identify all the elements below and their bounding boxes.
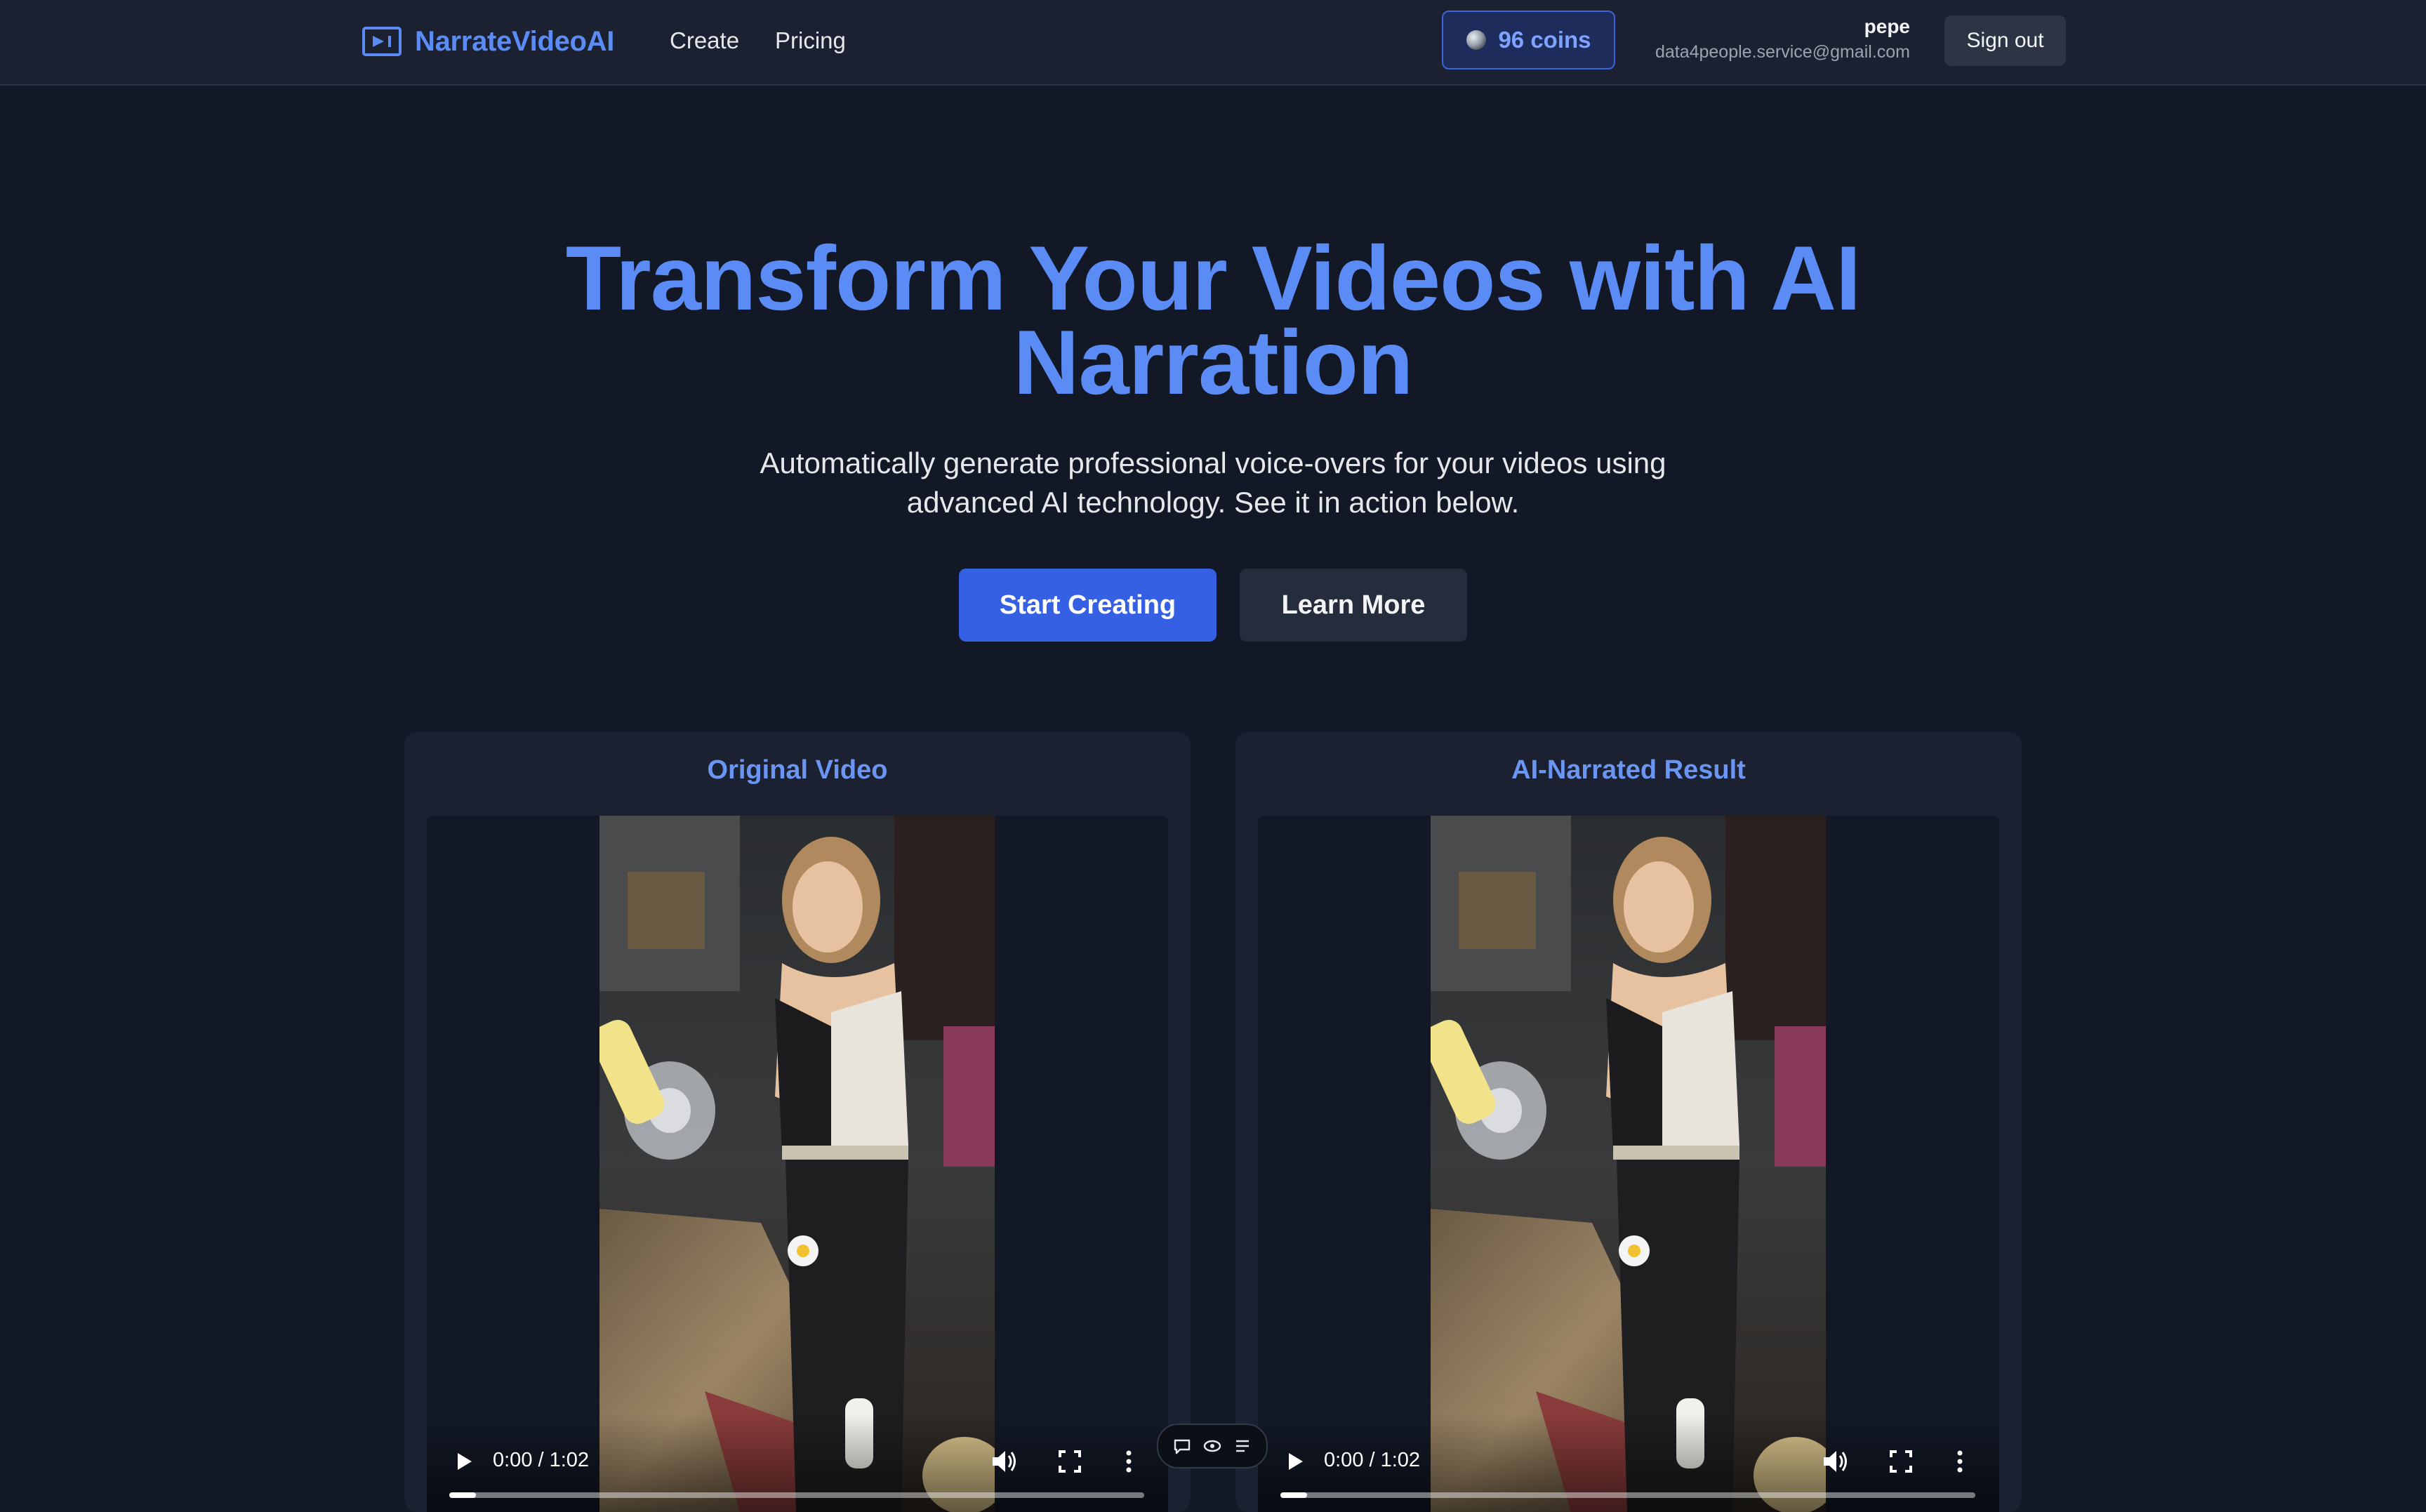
card-title: AI-Narrated Result (1511, 755, 1746, 785)
learn-more-button[interactable]: Learn More (1240, 569, 1467, 642)
video-progress-fill (449, 1492, 476, 1498)
video-player[interactable]: 0:00 / 1:02 (427, 816, 1168, 1512)
play-icon[interactable] (1280, 1447, 1308, 1475)
video-thumbnail-image (1431, 816, 1826, 1512)
volume-icon[interactable] (1820, 1446, 1850, 1477)
eye-icon[interactable] (1202, 1435, 1223, 1457)
original-video-card: Original Video 0:00 / 1:02 (404, 731, 1191, 1512)
video-progress-bar[interactable] (1280, 1492, 1975, 1498)
video-time: 0:00 / 1:02 (493, 1449, 590, 1471)
fullscreen-icon[interactable] (1887, 1447, 1915, 1475)
coins-balance-button[interactable]: 96 coins (1442, 11, 1615, 69)
list-icon[interactable] (1232, 1435, 1253, 1457)
user-email: data4people.service@gmail.com (1655, 42, 1910, 62)
hero-subtitle: Automatically generate professional voic… (0, 444, 2426, 522)
user-name: pepe (1864, 15, 1910, 37)
nav-create-link[interactable]: Create (670, 25, 739, 56)
logo[interactable]: NarrateVideoAI (362, 21, 614, 62)
narrated-video-card: AI-Narrated Result 0:00 / 1:02 (1235, 731, 2022, 1512)
more-options-icon[interactable] (1122, 1446, 1136, 1477)
video-time: 0:00 / 1:02 (1324, 1449, 1421, 1471)
nav-pricing-link[interactable]: Pricing (775, 25, 846, 56)
video-controls: 0:00 / 1:02 (1258, 1414, 1999, 1512)
coins-label: 96 coins (1498, 27, 1591, 53)
start-creating-button[interactable]: Start Creating (959, 569, 1217, 642)
video-controls: 0:00 / 1:02 (427, 1414, 1168, 1512)
more-options-icon[interactable] (1953, 1446, 1967, 1477)
fullscreen-icon[interactable] (1056, 1447, 1084, 1475)
video-player[interactable]: 0:00 / 1:02 (1258, 816, 1999, 1512)
volume-icon[interactable] (988, 1446, 1019, 1477)
comment-icon[interactable] (1172, 1435, 1193, 1457)
play-icon[interactable] (449, 1447, 477, 1475)
hero-title-line-2: Narration (1013, 311, 1414, 413)
top-navbar: NarrateVideoAI Create Pricing 96 coins p… (0, 0, 2426, 86)
video-frame (599, 816, 995, 1512)
coin-icon (1466, 30, 1487, 50)
hero-subtitle-line-1: Automatically generate professional voic… (760, 446, 1666, 479)
sign-out-button[interactable]: Sign out (1944, 15, 2066, 66)
video-frame (1431, 816, 1826, 1512)
video-progress-fill (1280, 1492, 1307, 1498)
video-play-icon (362, 27, 402, 56)
hero-subtitle-line-2: advanced AI technology. See it in action… (906, 486, 1520, 519)
logo-text: NarrateVideoAI (415, 25, 615, 57)
hero-title: Transform Your Videos with AI Narration (0, 232, 2426, 408)
video-progress-bar[interactable] (449, 1492, 1144, 1498)
video-thumbnail-image (599, 816, 995, 1512)
card-title: Original Video (707, 755, 888, 785)
floating-mini-toolbar (1157, 1424, 1268, 1468)
